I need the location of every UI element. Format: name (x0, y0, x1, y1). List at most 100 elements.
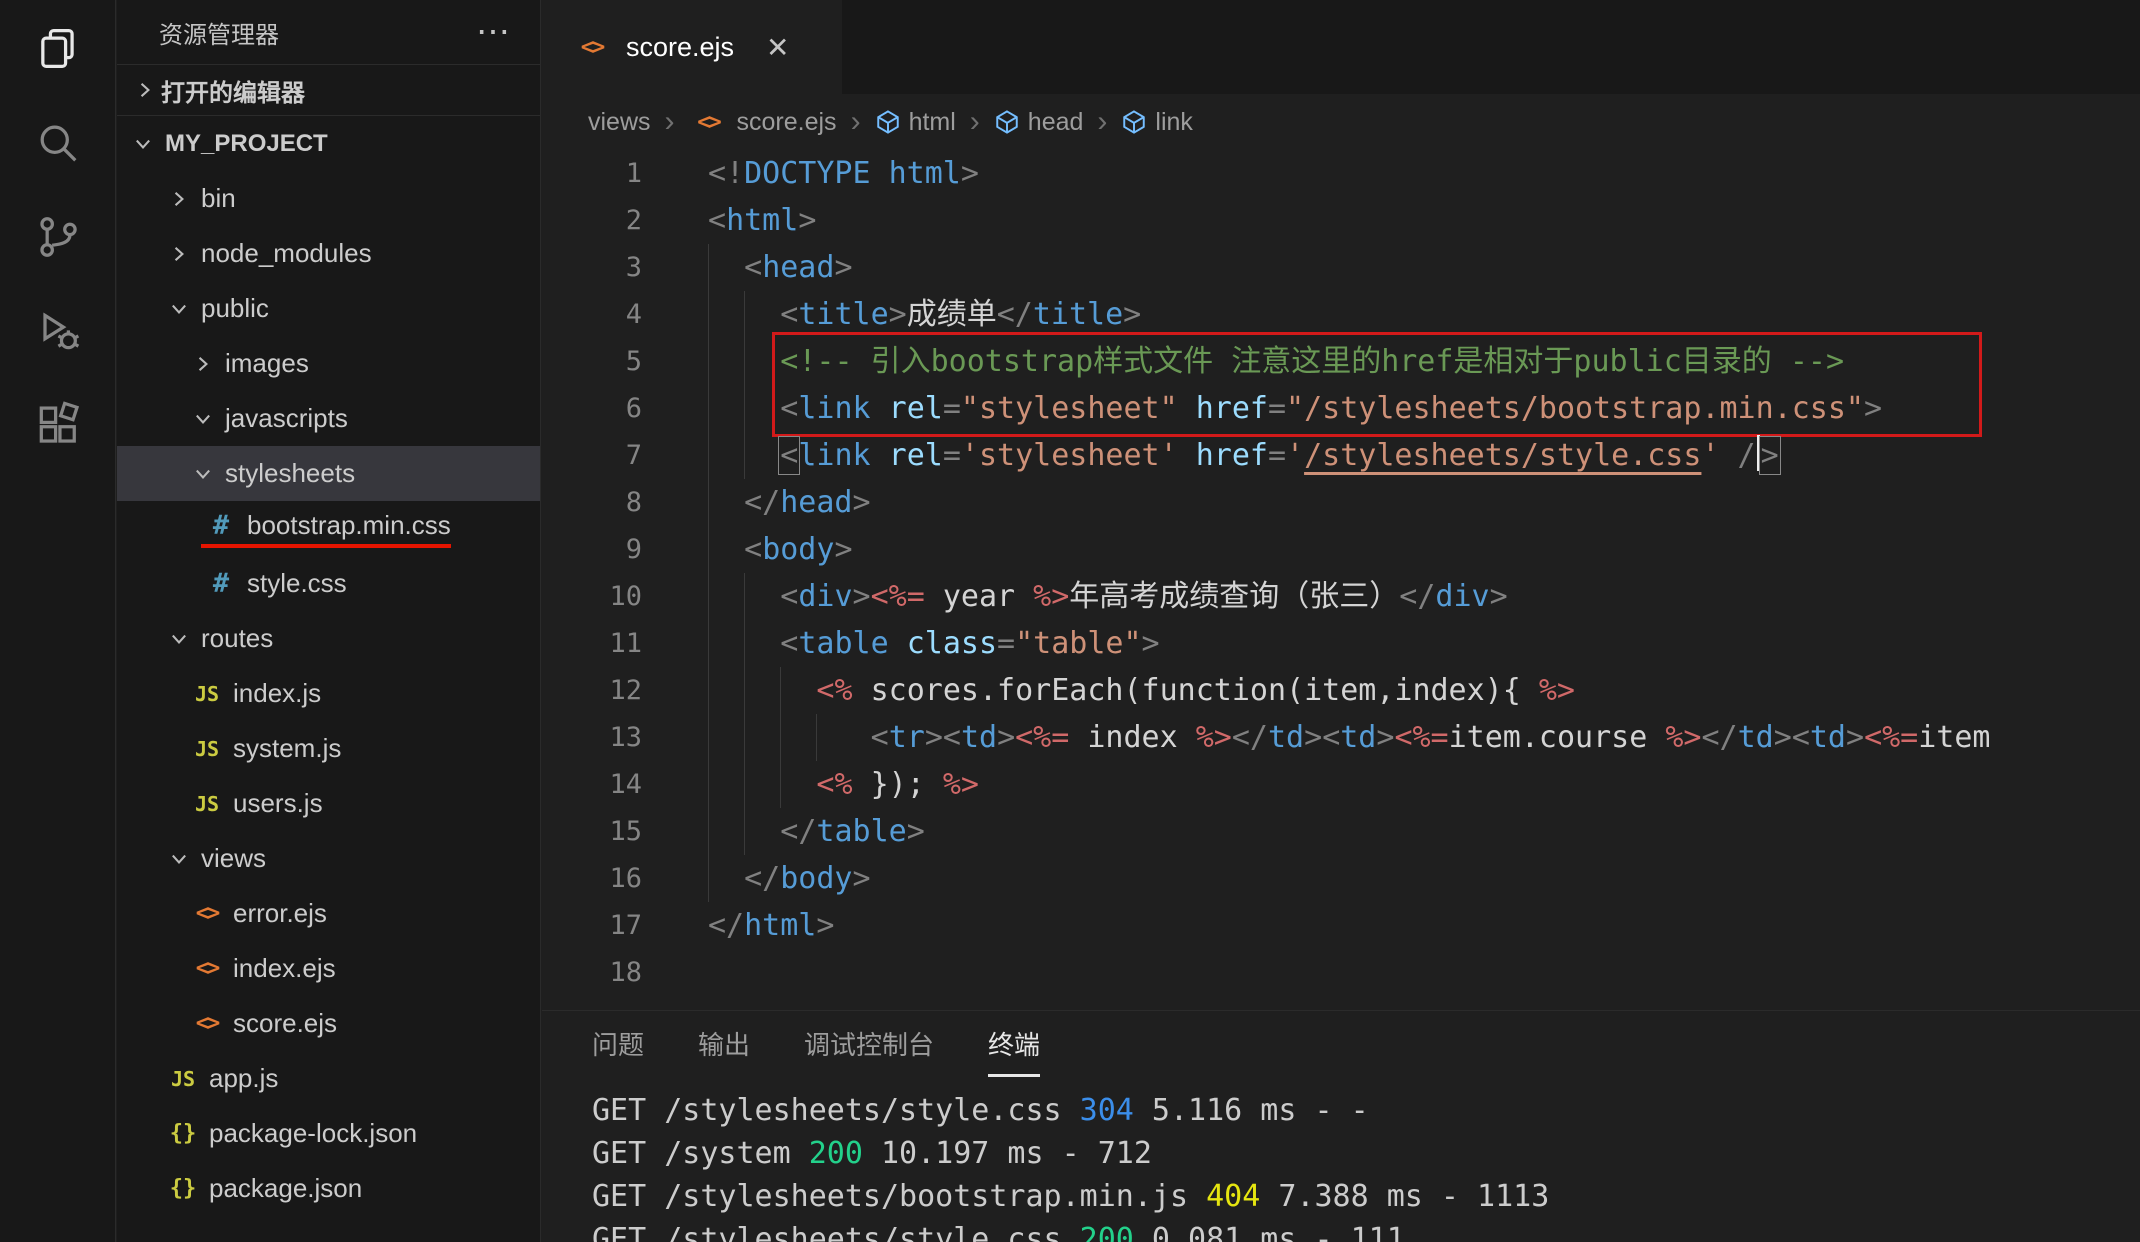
tree-item-label: views (201, 843, 267, 873)
sidebar-header: 资源管理器 ⋯ (117, 0, 540, 64)
indent-guide (708, 573, 709, 620)
ejs-file-icon: <> (195, 956, 221, 981)
search-icon[interactable] (31, 116, 85, 170)
breadcrumb-label: views (588, 107, 651, 136)
breadcrumb-label: html (908, 107, 956, 136)
tree-item-package-lock.json[interactable]: {} package-lock.json (117, 1106, 540, 1161)
code-line[interactable]: 10 <div><%= year %>年高考成绩查询（张三）</div> (542, 573, 2140, 620)
tree-item-stylesheets[interactable]: stylesheets (117, 446, 540, 501)
line-number: 12 (609, 675, 642, 706)
terminal-output[interactable]: GET /stylesheets/style.css 304 5.116 ms … (542, 1077, 2140, 1242)
tree-item-score.ejs[interactable]: <> score.ejs (117, 996, 540, 1051)
tree-item-node_modules[interactable]: node_modules (117, 226, 540, 281)
code-line[interactable]: 6 <link rel="stylesheet" href="/styleshee… (542, 385, 2140, 432)
tree-item-index.js[interactable]: JS index.js (117, 666, 540, 721)
code-editor[interactable]: 1 <!DOCTYPE html> 2 <html> 3 <head> 4 <title>成绩… (542, 150, 2140, 1010)
panel-tab-输出[interactable]: 输出 (698, 1025, 750, 1077)
tree-item-bin[interactable]: bin (117, 171, 540, 226)
indent-guide (816, 714, 818, 761)
breadcrumb-item-score.ejs[interactable]: <> score.ejs (689, 108, 836, 137)
code-line[interactable]: 17 </html> (542, 902, 2140, 949)
close-icon[interactable]: ✕ (766, 31, 789, 64)
terminal-line: GET /system 200 10.197 ms - 712 (592, 1136, 1152, 1171)
code-line[interactable]: 16 </body> (542, 855, 2140, 902)
tree-item-package.json[interactable]: {} package.json (117, 1161, 540, 1216)
tree-item-public[interactable]: public (117, 281, 540, 336)
indent-guide (780, 761, 782, 808)
tree-item-label: package.json (209, 1173, 363, 1203)
code-line[interactable]: 11 <table class="table"> (542, 620, 2140, 667)
code-line[interactable]: 13 <tr><td><%= index %></td><td><%=item.c… (542, 714, 2140, 761)
panel-tabs: 问题 输出 调试控制台 终端 (542, 1011, 2140, 1077)
panel-tab-终端[interactable]: 终端 (988, 1025, 1041, 1077)
chevron-down-icon (132, 128, 154, 160)
tree-item-style.css[interactable]: # style.css (117, 556, 540, 611)
indent-guide (744, 338, 746, 385)
line-number: 8 (625, 487, 642, 518)
tree-item-label: node_modules (201, 238, 372, 268)
open-editors-section[interactable]: 打开的编辑器 (117, 64, 540, 116)
breadcrumb-item-link[interactable]: link (1121, 108, 1193, 137)
terminal-line: GET /stylesheets/style.css 200 0.081 ms … (592, 1222, 1405, 1242)
tree-item-system.js[interactable]: JS system.js (117, 721, 540, 776)
source-control-icon[interactable] (31, 210, 85, 264)
files-icon[interactable] (31, 22, 85, 76)
code-line[interactable]: 5 <!-- 引入bootstrap样式文件 注意这里的href是相对于publi… (542, 338, 2140, 385)
chevron-down-icon (192, 403, 214, 435)
code-line[interactable]: 7 <link rel='stylesheet' href='/styleshee… (542, 432, 2140, 479)
code-line[interactable]: 14 <% }); %> (542, 761, 2140, 808)
explorer-sidebar: 资源管理器 ⋯ 打开的编辑器 MY_PROJECT bin node_modules… (117, 0, 541, 1242)
symbol-cube-icon (1121, 109, 1147, 135)
file-tree: MY_PROJECT bin node_modulespublic images jav… (117, 116, 540, 1216)
tree-item-views[interactable]: views (117, 831, 540, 886)
tree-item-label: stylesheets (225, 458, 356, 488)
tree-item-routes[interactable]: routes (117, 611, 540, 666)
vscode-window: 资源管理器 ⋯ 打开的编辑器 MY_PROJECT bin node_modules… (0, 0, 2140, 1242)
code-line[interactable]: 9 <body> (542, 526, 2140, 573)
tree-item-label: index.js (233, 678, 322, 708)
code-line[interactable]: 2 <html> (542, 197, 2140, 244)
code-line[interactable]: 12 <% scores.forEach(function(item,index)… (542, 667, 2140, 714)
terminal-line: GET /stylesheets/style.css 304 5.116 ms … (592, 1093, 1369, 1128)
line-number: 1 (625, 158, 642, 189)
code-line[interactable]: 18 (542, 949, 2140, 996)
tree-item-images[interactable]: images (117, 336, 540, 391)
tree-item-users.js[interactable]: JS users.js (117, 776, 540, 831)
chevron-right-icon (163, 188, 195, 210)
code-line[interactable]: 4 <title>成绩单</title> (542, 291, 2140, 338)
line-number: 6 (625, 393, 642, 424)
tree-item-label: public (201, 293, 269, 323)
json-file-icon: {} (169, 1176, 197, 1201)
code-line[interactable]: 15 </table> (542, 808, 2140, 855)
indent-guide (744, 667, 746, 714)
line-number: 9 (625, 534, 642, 565)
tree-item-label: bootstrap.min.css (247, 509, 451, 540)
breadcrumb-item-views[interactable]: views (588, 108, 651, 137)
line-number: 17 (609, 910, 642, 941)
more-actions-icon[interactable]: ⋯ (476, 15, 510, 49)
indent-guide (744, 808, 746, 855)
indent-guide (744, 573, 746, 620)
tree-item-label: images (225, 348, 309, 378)
run-debug-icon[interactable] (31, 304, 85, 358)
tree-item-bootstrap.min.css[interactable]: # bootstrap.min.css (117, 501, 540, 556)
extensions-icon[interactable] (31, 398, 85, 452)
terminal-line: GET /stylesheets/bootstrap.min.js 404 7.… (592, 1179, 1550, 1214)
line-number: 18 (609, 957, 642, 988)
tree-item-error.ejs[interactable]: <> error.ejs (117, 886, 540, 941)
panel-tab-问题[interactable]: 问题 (592, 1025, 644, 1077)
tab-score-ejs[interactable]: <> score.ejs ✕ (542, 0, 842, 94)
panel-tab-调试控制台[interactable]: 调试控制台 (804, 1025, 934, 1077)
tree-item-MY_PROJECT[interactable]: MY_PROJECT (117, 116, 540, 171)
tree-item-index.ejs[interactable]: <> index.ejs (117, 941, 540, 996)
breadcrumb-separator-icon: › (850, 105, 861, 138)
tree-item-app.js[interactable]: JS app.js (117, 1051, 540, 1106)
code-line[interactable]: 8 </head> (542, 479, 2140, 526)
css-file-icon: # (212, 568, 230, 599)
code-line[interactable]: 3 <head> (542, 244, 2140, 291)
open-editors-label: 打开的编辑器 (161, 79, 305, 107)
breadcrumb-item-html[interactable]: html (875, 108, 956, 137)
code-line[interactable]: 1 <!DOCTYPE html> (542, 150, 2140, 197)
breadcrumb-item-head[interactable]: head (994, 108, 1083, 137)
tree-item-javascripts[interactable]: javascripts (117, 391, 540, 446)
